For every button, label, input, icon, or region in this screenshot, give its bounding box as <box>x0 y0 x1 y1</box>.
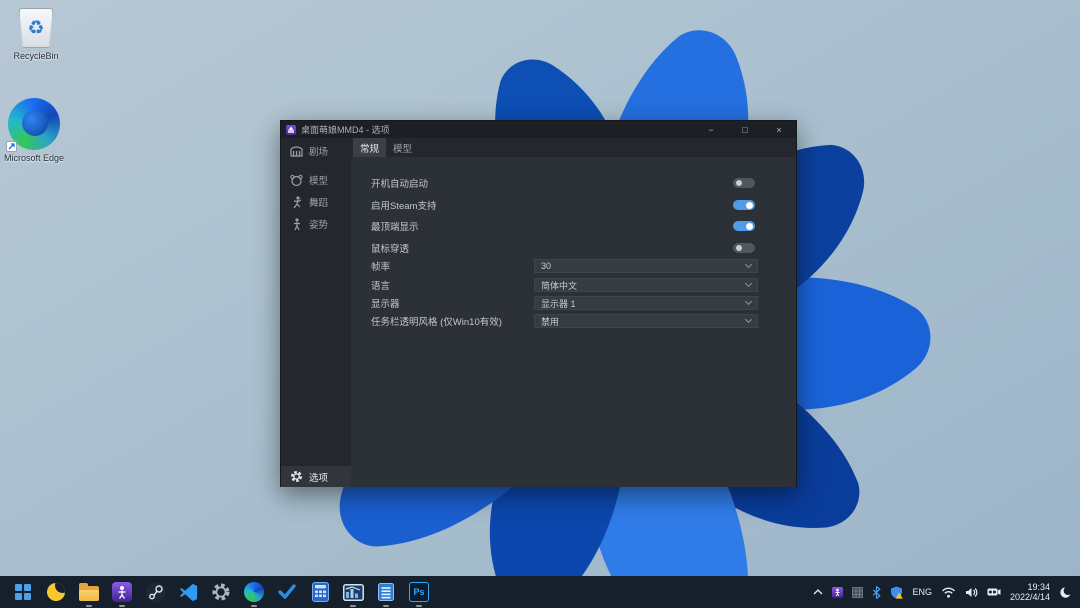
vscode-icon <box>179 583 197 601</box>
language-dropdown[interactable]: 简体中文 <box>534 278 758 292</box>
tab-model[interactable]: 模型 <box>386 138 419 157</box>
window-title: 桌面萌娘MMD4 - 选项 <box>301 125 390 135</box>
gear-icon <box>290 470 303 483</box>
running-indicator <box>251 604 257 607</box>
taskbar-edge-icon[interactable] <box>241 579 267 607</box>
tray-wifi-icon[interactable] <box>941 587 956 598</box>
shortcut-arrow-icon <box>6 141 17 152</box>
system-tray: ENG 19:34 2022/4/14 <box>813 582 1076 602</box>
edge-icon <box>244 582 264 602</box>
taskbar-settings-icon[interactable] <box>208 579 234 605</box>
taskbar-steam-icon[interactable] <box>142 579 168 605</box>
minimize-button[interactable]: − <box>694 121 728 138</box>
setting-row-language: 语言 简体中文 <box>351 278 796 292</box>
running-indicator <box>350 604 356 607</box>
taskbar-calculator-icon[interactable] <box>307 579 333 605</box>
steam-support-toggle[interactable] <box>733 200 755 210</box>
tray-language-indicator[interactable]: ENG <box>912 587 932 597</box>
tray-volume-icon[interactable] <box>965 587 978 598</box>
setting-row-mouse-through: 鼠标穿透 <box>351 241 796 255</box>
taskbar-moon-app-icon[interactable] <box>43 579 69 605</box>
app-icon <box>286 124 296 135</box>
setting-row-taskbar-transparency: 任务栏透明风格 (仅Win10有效) 禁用 <box>351 314 796 328</box>
running-indicator <box>383 604 389 607</box>
tray-media-device-icon[interactable] <box>987 587 1001 597</box>
monitor-chart-icon <box>342 583 364 601</box>
edge-icon <box>6 98 60 152</box>
taskbar-notes-icon[interactable] <box>373 579 399 607</box>
setting-row-steam-support: 启用Steam支持 <box>351 198 796 212</box>
taskbar-mmd-app-icon[interactable] <box>109 579 135 607</box>
sidebar-item-dance[interactable]: 舞蹈 <box>281 193 351 211</box>
windows-start-icon <box>15 584 31 600</box>
sidebar: 剧场 模型 舞蹈 姿势 选项 <box>281 138 351 487</box>
chevron-down-icon <box>744 279 753 288</box>
notepad-icon <box>378 583 394 601</box>
tray-clock[interactable]: 19:34 2022/4/14 <box>1010 582 1050 602</box>
sidebar-item-pose[interactable]: 姿势 <box>281 215 351 233</box>
dance-icon <box>290 195 303 209</box>
taskbar-system-monitor-icon[interactable] <box>340 579 366 607</box>
tray-security-shield-icon[interactable] <box>890 586 904 599</box>
desktop-icon-recycle-bin[interactable]: ♻ RecycleBin <box>4 8 68 61</box>
autostart-toggle[interactable] <box>733 178 755 188</box>
setting-row-always-on-top: 最顶端显示 <box>351 219 796 233</box>
tabstrip: 常规 模型 <box>351 138 796 157</box>
calculator-icon <box>311 582 329 602</box>
desktop-icon-label: Microsoft Edge <box>3 153 65 163</box>
taskbar-vscode-icon[interactable] <box>175 579 201 605</box>
titlebar: 桌面萌娘MMD4 - 选项 − □ × <box>281 121 796 138</box>
sidebar-item-options[interactable]: 选项 <box>281 466 351 487</box>
chevron-down-icon <box>744 260 753 269</box>
folder-icon <box>79 583 99 601</box>
taskbar-check-app-icon[interactable] <box>274 579 300 605</box>
setting-row-framerate: 帧率 30 <box>351 259 796 273</box>
steam-icon <box>145 582 165 602</box>
taskbar: Ps ENG 19:34 2022/4/14 <box>0 576 1080 608</box>
settings-content: 开机自动启动 启用Steam支持 最顶端显示 鼠标穿透 帧率 30 语言 简体中… <box>351 157 796 487</box>
tab-general[interactable]: 常规 <box>353 138 387 157</box>
tray-mmd-app-icon[interactable] <box>832 586 844 598</box>
desktop: ♻ RecycleBin Microsoft Edge 桌面萌娘MMD4 - 选… <box>0 0 1080 608</box>
clock-time: 19:34 <box>1027 582 1050 592</box>
sidebar-item-theater[interactable]: 剧场 <box>281 142 351 160</box>
close-button[interactable]: × <box>762 121 796 138</box>
desktop-icon-label: RecycleBin <box>13 51 59 61</box>
mouse-through-toggle[interactable] <box>733 243 755 253</box>
always-on-top-toggle[interactable] <box>733 221 755 231</box>
tray-bluetooth-icon[interactable] <box>872 585 882 599</box>
desktop-icon-microsoft-edge[interactable]: Microsoft Edge <box>2 98 66 163</box>
display-dropdown[interactable]: 显示器 1 <box>534 296 758 310</box>
tray-grid-app-icon[interactable] <box>852 586 864 598</box>
start-button[interactable] <box>10 579 36 605</box>
clock-date: 2022/4/14 <box>1009 592 1050 602</box>
maximize-button[interactable]: □ <box>728 121 762 138</box>
sidebar-item-model[interactable]: 模型 <box>281 171 351 189</box>
taskbar-photoshop-icon[interactable]: Ps <box>406 579 432 607</box>
taskbar-pinned-apps: Ps <box>10 579 432 607</box>
running-indicator <box>416 604 422 607</box>
app-window: 桌面萌娘MMD4 - 选项 − □ × 剧场 模型 舞蹈 姿势 选项 常规 模型… <box>280 120 797 487</box>
photoshop-icon: Ps <box>409 582 429 602</box>
mmd-app-icon <box>112 582 132 602</box>
chevron-down-icon <box>744 315 753 324</box>
setting-row-display: 显示器 显示器 1 <box>351 296 796 310</box>
recycle-bin-icon: ♻ <box>4 8 68 48</box>
running-indicator <box>86 604 92 607</box>
pose-icon <box>290 217 303 231</box>
setting-row-autostart: 开机自动启动 <box>351 176 796 190</box>
tray-focus-assist-moon-icon[interactable] <box>1059 585 1072 599</box>
options-panel: 常规 模型 开机自动启动 启用Steam支持 最顶端显示 鼠标穿透 帧率 30 … <box>351 138 796 487</box>
check-icon <box>278 584 296 599</box>
framerate-dropdown[interactable]: 30 <box>534 259 758 273</box>
model-icon <box>290 174 303 187</box>
running-indicator <box>119 604 125 607</box>
moon-icon <box>47 583 65 601</box>
theater-icon <box>290 145 303 158</box>
gear-icon <box>212 583 230 601</box>
taskbar-transparency-dropdown[interactable]: 禁用 <box>534 314 758 328</box>
tray-chevron-up-icon[interactable] <box>813 589 823 595</box>
chevron-down-icon <box>744 297 753 306</box>
taskbar-file-explorer-icon[interactable] <box>76 579 102 607</box>
